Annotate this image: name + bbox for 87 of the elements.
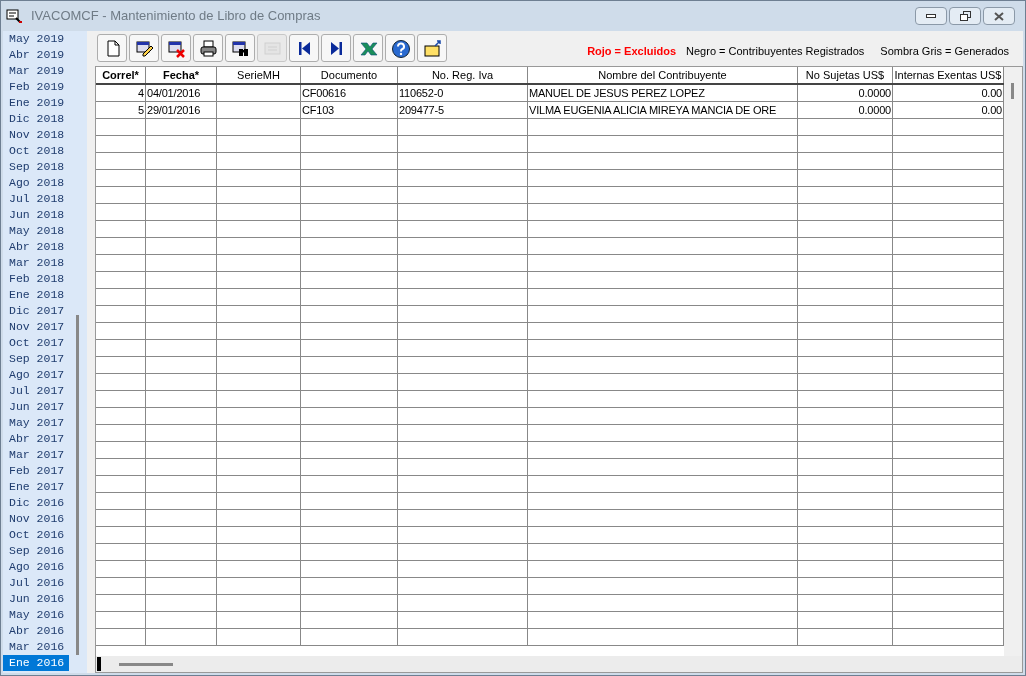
table-cell: 29/01/2016: [146, 102, 217, 118]
period-item[interactable]: Oct 2017: [3, 335, 69, 351]
period-item[interactable]: Ago 2016: [3, 559, 69, 575]
table-cell: 209477-5: [398, 102, 528, 118]
minimize-icon: [926, 14, 936, 18]
column-header[interactable]: SerieMH: [217, 67, 301, 83]
period-item[interactable]: Jul 2018: [3, 191, 69, 207]
period-item[interactable]: Dic 2017: [3, 303, 69, 319]
legend-text: Sombra Gris = Generados: [880, 43, 1009, 59]
period-item[interactable]: Nov 2018: [3, 127, 69, 143]
minimize-button[interactable]: [915, 7, 947, 25]
period-item[interactable]: Nov 2017: [3, 319, 69, 335]
toolbar-button[interactable]: [321, 34, 351, 62]
period-item[interactable]: May 2016: [3, 607, 69, 623]
table-cell: 0.0000: [798, 102, 893, 118]
column-header[interactable]: Documento: [301, 67, 398, 83]
period-item[interactable]: Jun 2017: [3, 399, 69, 415]
toolbar-button[interactable]: [129, 34, 159, 62]
period-item[interactable]: Mar 2019: [3, 63, 69, 79]
table-cell: 4: [96, 85, 146, 101]
table-cell: VILMA EUGENIA ALICIA MIREYA MANCIA DE ORE: [528, 102, 798, 118]
period-item[interactable]: Oct 2016: [3, 527, 69, 543]
close-icon: [994, 11, 1004, 21]
period-item[interactable]: Ene 2018: [3, 287, 69, 303]
grid-binoculars-icon: [230, 38, 250, 58]
close-button[interactable]: [983, 7, 1015, 25]
folder-arrow-icon: [422, 38, 442, 58]
period-item[interactable]: Mar 2016: [3, 639, 69, 655]
restore-button[interactable]: [949, 7, 981, 25]
period-item[interactable]: Ago 2017: [3, 367, 69, 383]
table-cell: MANUEL DE JESUS PEREZ LOPEZ: [528, 85, 798, 101]
column-header[interactable]: Correl*: [96, 67, 146, 83]
period-item[interactable]: Mar 2018: [3, 255, 69, 271]
help-icon: [390, 38, 410, 58]
app-icon: [5, 8, 23, 24]
period-item[interactable]: Dic 2016: [3, 495, 69, 511]
period-item[interactable]: Feb 2017: [3, 463, 69, 479]
table-cell: 110652-0: [398, 85, 528, 101]
period-item[interactable]: Sep 2018: [3, 159, 69, 175]
toolbar-button[interactable]: [193, 34, 223, 62]
period-item[interactable]: Abr 2016: [3, 623, 69, 639]
table-cell: CF103: [301, 102, 398, 118]
grid-delete-icon: [166, 38, 186, 58]
column-header[interactable]: No Sujetas US$: [798, 67, 893, 83]
period-item[interactable]: Jun 2016: [3, 591, 69, 607]
period-item[interactable]: Feb 2019: [3, 79, 69, 95]
period-item[interactable]: Feb 2018: [3, 271, 69, 287]
period-item[interactable]: Mar 2017: [3, 447, 69, 463]
column-header[interactable]: Fecha*: [146, 67, 217, 83]
table-cell: 5: [96, 102, 146, 118]
period-item[interactable]: Ago 2018: [3, 175, 69, 191]
scrollbar-thumb[interactable]: [119, 662, 173, 666]
toolbar-button[interactable]: [225, 34, 255, 62]
cursor-marker: [97, 657, 101, 671]
toolbar-button[interactable]: [289, 34, 319, 62]
period-item[interactable]: Oct 2018: [3, 143, 69, 159]
period-item[interactable]: Sep 2016: [3, 543, 69, 559]
period-item[interactable]: Sep 2017: [3, 351, 69, 367]
period-item[interactable]: May 2017: [3, 415, 69, 431]
scrollbar-thumb[interactable]: [1011, 83, 1014, 99]
printer-icon: [198, 38, 218, 58]
period-item[interactable]: Dic 2018: [3, 111, 69, 127]
window-title: IVACOMCF - Mantenimiento de Libro de Compras: [31, 7, 321, 26]
period-item[interactable]: May 2019: [3, 31, 69, 47]
table-cell: 04/01/2016: [146, 85, 217, 101]
column-header[interactable]: Nombre del Contribuyente: [528, 67, 798, 83]
period-item[interactable]: May 2018: [3, 223, 69, 239]
period-item[interactable]: Abr 2017: [3, 431, 69, 447]
period-item[interactable]: Abr 2019: [3, 47, 69, 63]
period-item[interactable]: Ene 2017: [3, 479, 69, 495]
table-cell: CF00616: [301, 85, 398, 101]
table-cell: 0.0000: [798, 85, 893, 101]
period-item[interactable]: Jul 2017: [3, 383, 69, 399]
period-item[interactable]: Ene 2019: [3, 95, 69, 111]
legend-text: Rojo = Excluidos: [587, 43, 677, 59]
column-header[interactable]: No. Reg. Iva: [398, 67, 528, 83]
period-item[interactable]: Jul 2016: [3, 575, 69, 591]
toolbar-button[interactable]: [385, 34, 415, 62]
period-item[interactable]: Nov 2016: [3, 511, 69, 527]
grid-pencil-icon: [134, 38, 154, 58]
period-item[interactable]: Abr 2018: [3, 239, 69, 255]
period-item[interactable]: Ene 2016: [3, 655, 69, 671]
scrollbar-thumb[interactable]: [76, 315, 79, 655]
toolbar-button[interactable]: [161, 34, 191, 62]
legend-text: Negro = Contribuyentes Registrados: [686, 43, 865, 59]
period-item[interactable]: Jun 2018: [3, 207, 69, 223]
restore-icon: [959, 11, 971, 21]
